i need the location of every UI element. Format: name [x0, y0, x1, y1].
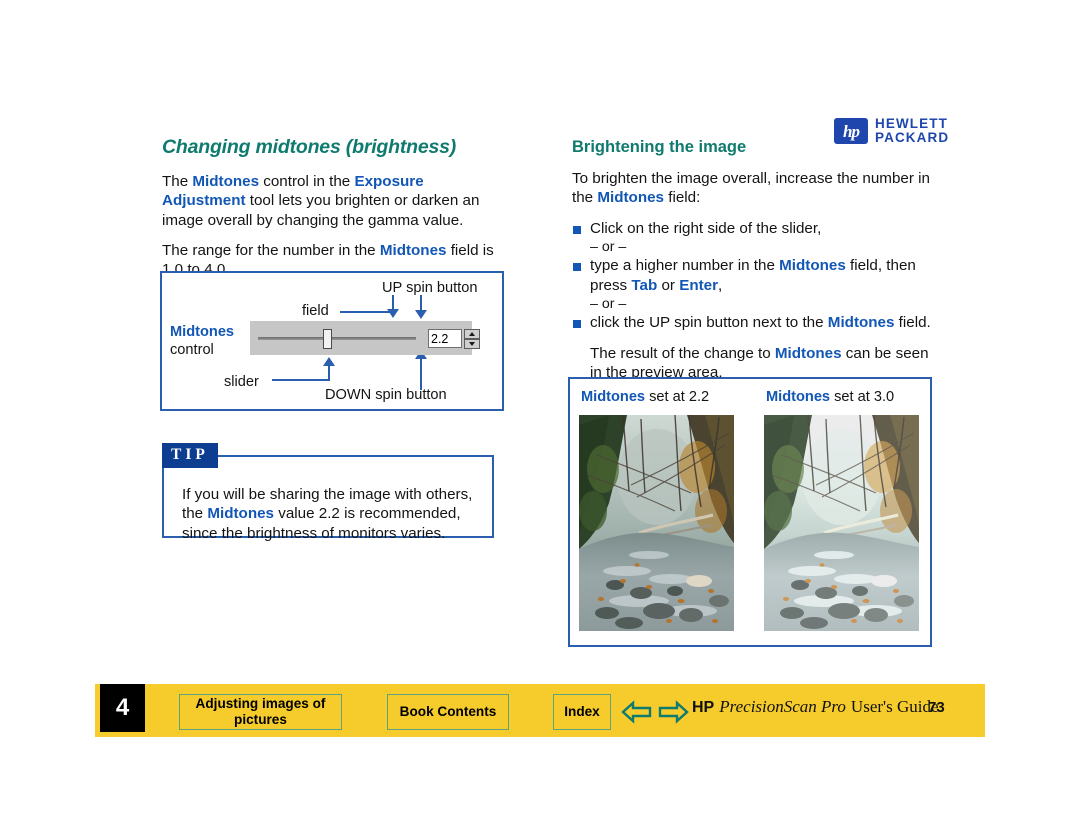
or-separator: – or –	[590, 238, 627, 255]
next-page-arrow-icon[interactable]	[658, 700, 689, 724]
keyword-text: Midtones	[379, 241, 447, 259]
body-text-run: field.	[894, 314, 931, 332]
keyword-text: Midtones	[827, 314, 895, 332]
brighten-steps-list: Click on the right side of the slider, –…	[572, 219, 940, 333]
tip-text: If you will be sharing the image with ot…	[182, 485, 482, 543]
diagram-label-slider: slider	[224, 374, 259, 390]
diagram-label-down-spin: DOWN spin button	[325, 387, 447, 403]
left-column: Changing midtones (brightness) The Midto…	[162, 136, 510, 290]
footer-guide-title: HP PrecisionScan Pro User's Guide	[692, 697, 939, 717]
right-section-title: Brightening the image	[572, 138, 747, 156]
compare-caption-a-kw: Midtones	[581, 389, 646, 405]
body-text-run: The result of the change to	[590, 344, 775, 362]
diagram-label-field: field	[302, 303, 329, 319]
body-text-run: The range for the number in the	[162, 241, 380, 259]
book-contents-button[interactable]: Book Contents	[387, 694, 509, 730]
document-page: hp HEWLETT PACKARD Changing midtones (br…	[0, 0, 1080, 834]
tip-badge-label: TIP	[162, 443, 218, 468]
list-item: Click on the right side of the slider,	[572, 219, 940, 238]
chapter-number-badge: 4	[100, 684, 145, 732]
diagram-label-midtones-kw: Midtones	[170, 324, 235, 340]
arrow-up-spin	[415, 310, 427, 319]
body-text-run: or	[657, 276, 680, 294]
previous-page-arrow-icon[interactable]	[621, 700, 652, 724]
leader-line-down-spin	[420, 358, 422, 390]
spin-buttons	[464, 329, 480, 349]
compare-caption-b-kw: Midtones	[766, 389, 831, 405]
right-column: Brightening the image To brighten the im…	[572, 138, 940, 393]
arrow-slider	[323, 357, 335, 366]
page-title: Changing midtones (brightness)	[162, 136, 457, 158]
footer-bar: 4 Adjusting images of pictures Book Cont…	[95, 684, 985, 737]
diagram-label-midtones-control: Midtones control	[170, 323, 234, 359]
midtones-control-diagram: UP spin button field Midtones control sl…	[160, 271, 504, 411]
midtones-value-field[interactable]: 2.2	[428, 329, 462, 348]
arrow-field	[387, 309, 399, 318]
keyword-text: Midtones	[192, 173, 260, 190]
preview-comparison-box: Midtones set at 2.2 Midtones set at 3.0	[568, 377, 932, 647]
keyword-text: Midtones	[779, 257, 846, 275]
hp-mark-text: hp	[843, 121, 860, 141]
list-item: click the UP spin button next to the Mid…	[572, 313, 940, 332]
index-button[interactable]: Index	[553, 694, 611, 730]
compare-caption-b: Midtones set at 3.0	[766, 389, 894, 405]
midtones-control-widget: 2.2	[250, 321, 480, 355]
leader-line-slider-vertical	[328, 365, 330, 381]
diagram-label-up-spin: UP spin button	[382, 280, 478, 296]
body-text-run: control in the	[259, 173, 355, 190]
down-spin-button[interactable]	[464, 339, 480, 349]
chapter-title-button[interactable]: Adjusting images of pictures	[179, 694, 342, 730]
forest-stream-photo-icon	[764, 415, 919, 631]
body-text-run: click the UP spin button next to the	[590, 314, 828, 332]
body-text-run: field:	[664, 189, 701, 207]
keyword-text: Midtones	[774, 344, 842, 362]
slider-track[interactable]	[258, 337, 416, 340]
compare-caption-a: Midtones set at 2.2	[581, 389, 709, 405]
nav-arrows	[620, 699, 690, 725]
compare-caption-b-rest: set at 3.0	[830, 389, 895, 405]
right-intro-paragraph: To brighten the image overall, increase …	[572, 169, 940, 208]
footer-hp-label: HP	[692, 699, 715, 716]
left-paragraph-1: The Midtones control in the Exposure Adj…	[162, 172, 510, 230]
footer-product-name: PrecisionScan Pro	[719, 697, 846, 716]
tip-box: TIP If you will be sharing the image wit…	[162, 443, 494, 542]
forest-stream-photo-icon	[579, 415, 734, 631]
leader-line-slider	[272, 379, 330, 381]
body-text-run: ,	[718, 276, 723, 294]
compare-caption-a-rest: set at 2.2	[645, 389, 710, 405]
keyword-text: Enter	[679, 276, 719, 294]
slider-thumb[interactable]	[323, 329, 332, 349]
or-separator: – or –	[590, 295, 627, 312]
body-text-run: type a higher number in the	[590, 257, 780, 275]
keyword-text: Tab	[631, 276, 658, 294]
preview-photo-midtones-3-0	[764, 415, 919, 631]
diagram-label-control-word: control	[170, 342, 214, 359]
nav-arrows-svg	[621, 700, 689, 724]
body-text-run: Click on the right side of the slider,	[590, 219, 822, 237]
hp-wordmark-line1: HEWLETT	[875, 116, 948, 131]
keyword-text: Midtones	[207, 505, 274, 523]
up-spin-button[interactable]	[464, 329, 480, 339]
leader-line-field	[340, 311, 394, 313]
body-text-run: The	[162, 173, 193, 190]
preview-photo-midtones-2-2	[579, 415, 734, 631]
keyword-text: Midtones	[597, 189, 664, 207]
page-number: 73	[928, 699, 945, 716]
footer-guide-label: User's Guide	[850, 697, 939, 716]
list-item: type a higher number in the Midtones fie…	[572, 256, 940, 295]
